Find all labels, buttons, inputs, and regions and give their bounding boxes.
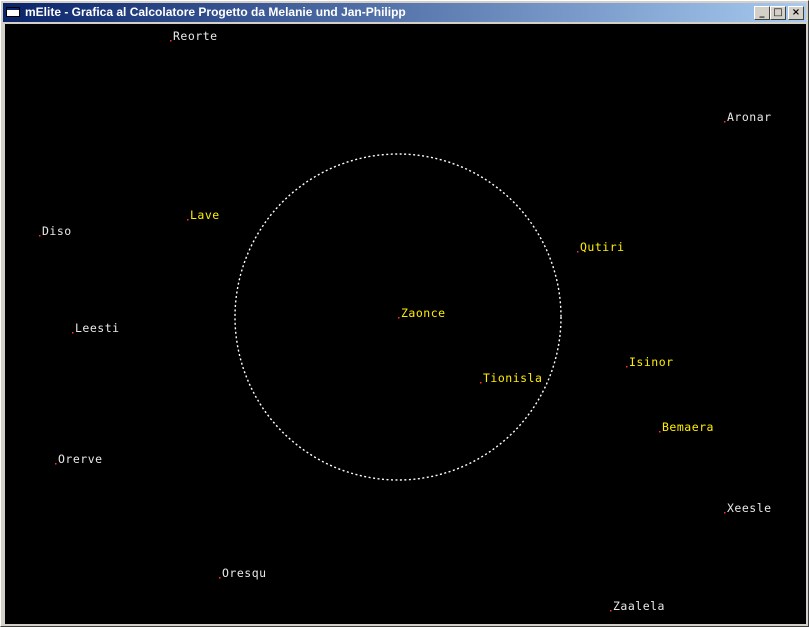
star-system-label: Isinor [629,355,674,369]
maximize-icon: □ [773,7,783,18]
star-marker[interactable] [724,512,726,514]
star-marker[interactable] [219,577,221,579]
star-system-label: Orerve [58,452,103,466]
star-system-label: Reorte [173,29,218,43]
star-marker[interactable] [659,431,661,433]
star-marker[interactable] [39,235,41,237]
star-system-label: Xeesle [727,501,772,515]
minimize-icon: _ [759,7,765,18]
star-system[interactable]: Isinor [626,355,674,369]
star-system-label: Qutiri [580,240,625,254]
star-marker[interactable] [480,382,482,384]
star-system-label: Aronar [727,110,772,124]
star-marker[interactable] [577,251,579,253]
close-icon: × [791,7,801,18]
star-system-label: Diso [42,224,72,238]
star-marker[interactable] [170,40,172,42]
star-system-label: Oresqu [222,566,267,580]
star-system[interactable]: Aronar [724,110,772,124]
star-system[interactable]: Reorte [170,29,218,43]
star-system-label: Tionisla [483,371,542,385]
star-system-label: Leesti [75,321,120,335]
star-system-label: Zaonce [401,306,446,320]
star-marker[interactable] [610,610,612,612]
star-system[interactable]: Lave [187,208,220,222]
title-bar[interactable]: mElite - Grafica al Calcolatore Progetto… [3,3,806,22]
app-window-icon[interactable] [6,7,20,17]
star-system[interactable]: Orerve [55,452,103,466]
star-marker[interactable] [187,219,189,221]
window-title: mElite - Grafica al Calcolatore Progetto… [25,5,406,19]
star-marker[interactable] [724,121,726,123]
star-marker[interactable] [626,366,628,368]
star-systems: Reorte Aronar Lave Diso Qutiri Zaonce Leesti Is… [39,29,772,613]
star-system-label: Zaalela [613,599,665,613]
minimize-button[interactable]: _ [754,6,770,20]
close-button[interactable]: × [788,6,804,20]
galaxy-map[interactable]: Reorte Aronar Lave Diso Qutiri Zaonce Leesti Is… [5,24,806,624]
maximize-button[interactable]: □ [770,6,786,20]
star-system[interactable]: Bemaera [659,420,714,434]
star-system[interactable]: Zaonce [398,306,446,320]
star-system-label: Bemaera [662,420,714,434]
star-system[interactable]: Zaalela [610,599,665,613]
star-system[interactable]: Diso [39,224,72,238]
star-system[interactable]: Tionisla [480,371,542,385]
galaxy-map-viewport[interactable]: Reorte Aronar Lave Diso Qutiri Zaonce Leesti Is… [5,24,806,624]
star-marker[interactable] [72,332,74,334]
star-system[interactable]: Qutiri [577,240,625,254]
star-marker[interactable] [55,463,57,465]
star-marker[interactable] [398,317,400,319]
app-window: mElite - Grafica al Calcolatore Progetto… [0,0,809,627]
star-system-label: Lave [190,208,220,222]
star-system[interactable]: Leesti [72,321,120,335]
star-system[interactable]: Oresqu [219,566,267,580]
star-system[interactable]: Xeesle [724,501,772,515]
